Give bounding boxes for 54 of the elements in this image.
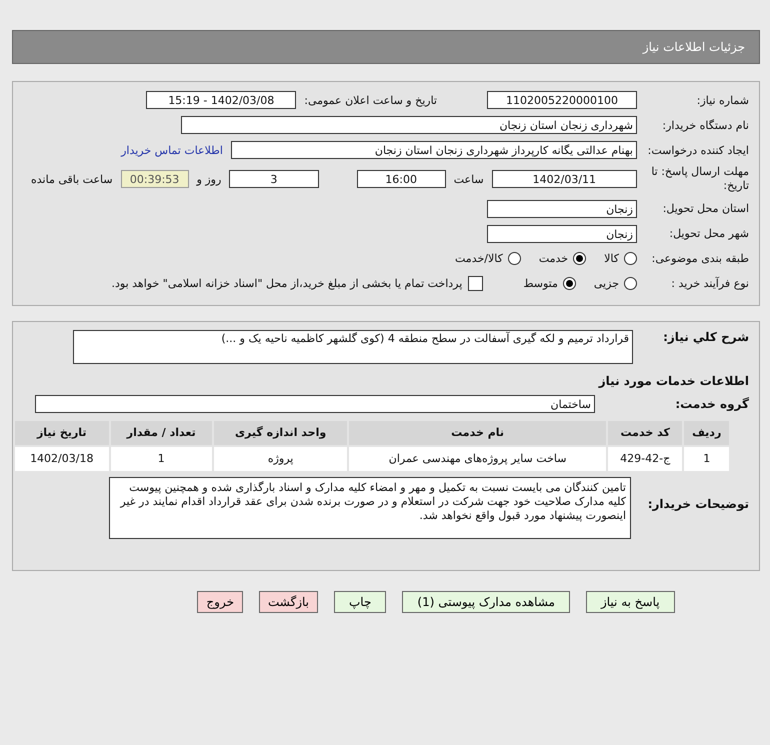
- table-cell: 1: [684, 446, 729, 471]
- radio-label: جزیی: [594, 277, 619, 290]
- field-label: طبقه بندی موضوعی:: [650, 252, 749, 266]
- field-label: نوع فرآیند خرید :: [670, 277, 749, 290]
- action-button[interactable]: بازگشت: [259, 590, 318, 613]
- field-label: تاریخ و ساعت اعلان عمومی:: [304, 94, 437, 106]
- column-header: تاریخ نیاز: [15, 420, 109, 445]
- service-group-field: ساختمان: [35, 394, 595, 413]
- buyer-contact-link[interactable]: اطلاعات تماس خریدار: [121, 144, 223, 156]
- days-label: روز و: [196, 172, 222, 186]
- table-cell: ساخت سایر پروژه‌های مهندسی عمران: [349, 446, 606, 471]
- buyer-notes-field: تامین کنندگان می بایست نسبت به تکمیل و مهر و امضاء کلیه مدارک و اسناد بارگذاری شده و همچنین پیوست کلیه مدارک صلاحیت خود جهت شرکت در استعلام و در صورت برنده شدن برای عقد قرارداد اقدام نمایند در غیر اینصورت پیشنهاد مورد قبول واقع نخواهد شد.: [109, 476, 631, 539]
- column-header: ردیف: [684, 420, 729, 445]
- action-button[interactable]: مشاهده مدارک پیوستی (1): [402, 590, 570, 613]
- column-header: نام خدمت: [349, 420, 606, 445]
- column-header: واحد اندازه گیری: [214, 420, 348, 445]
- deadline-date-field: 1402/03/11: [492, 170, 637, 188]
- radio-label: خدمت: [538, 252, 568, 266]
- radio-label: کالا/خدمت: [455, 252, 503, 266]
- field-label: شماره نیاز:: [696, 94, 749, 106]
- action-button[interactable]: خروج: [197, 590, 243, 613]
- checkbox-label: پرداخت تمام یا بخشی از مبلغ خرید،از محل "اسناد خزانه اسلامی" خواهد بود.: [112, 277, 462, 290]
- field-label: استان محل تحویل:: [662, 202, 749, 216]
- need-number-field: 1102005220000100: [487, 91, 637, 109]
- remaining-time-field: 00:39:53: [120, 170, 189, 188]
- column-header: کد خدمت: [608, 420, 682, 445]
- days-field: 3: [229, 170, 319, 188]
- table-cell: پروژه: [214, 446, 348, 471]
- table-cell: 1: [110, 446, 212, 471]
- field-label: توضیحات خریدار:: [646, 496, 749, 511]
- creator-field: بهنام عدالتی یگانه کارپرداز شهرداری زنجان استان زنجان: [231, 141, 637, 159]
- radio-label: کالا: [604, 252, 619, 266]
- field-label: شرح کلي نياز:: [662, 330, 749, 344]
- field-label: مهلت ارسال پاسخ: تا تاریخ:: [650, 165, 749, 194]
- action-button[interactable]: پاسخ به نیاز: [586, 590, 675, 613]
- radio-label: متوسط: [523, 277, 558, 290]
- description-field: قرارداد ترمیم و لکه گیری آسفالت در سطح منطقه 4 (کوی گلشهر کاظمیه ناحیه یک و ...): [73, 330, 633, 364]
- field-label: شهر محل تحویل:: [668, 227, 749, 240]
- city-field: زنجان: [487, 224, 637, 243]
- section-title: اطلاعات خدمات مورد نیاز: [598, 374, 749, 388]
- time-label: ساعت: [454, 172, 484, 186]
- column-header: تعداد / مقدار: [110, 420, 212, 445]
- deadline-time-field: 16:00: [356, 170, 446, 188]
- header-title: جزئیات اطلاعات نیاز: [642, 40, 745, 54]
- field-label: ایجاد کننده درخواست:: [646, 144, 749, 156]
- action-button[interactable]: چاپ: [334, 590, 386, 613]
- remaining-label: ساعت باقی مانده: [31, 172, 113, 186]
- field-label: گروه خدمت:: [674, 396, 749, 411]
- province-field: زنجان: [487, 200, 637, 218]
- announce-date-field: 1402/03/08 - 15:19: [146, 91, 296, 109]
- table-cell: 1402/03/18: [15, 446, 109, 471]
- buyer-field: شهرداری زنجان استان زنجان: [181, 116, 637, 134]
- field-label: نام دستگاه خریدار:: [661, 118, 749, 132]
- table-cell: ج-42-429: [608, 446, 682, 471]
